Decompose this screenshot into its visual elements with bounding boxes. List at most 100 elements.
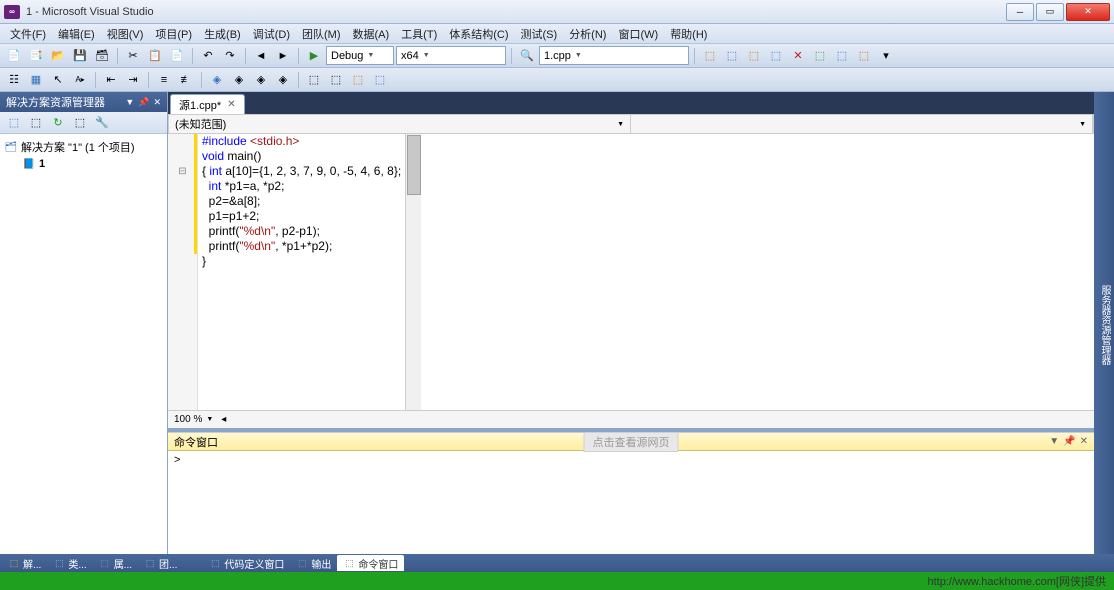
fold-icon[interactable]: ⊟ xyxy=(168,164,197,179)
menu-tools[interactable]: 工具(T) xyxy=(395,24,443,44)
cmd-pin-icon[interactable]: 📌 xyxy=(1063,436,1075,447)
panel-pin-icon[interactable]: 📌 xyxy=(138,97,149,108)
tb-ext-7[interactable]: ⬚ xyxy=(832,46,852,66)
platform-dropdown[interactable]: x64▼ xyxy=(396,46,506,65)
config-value: Debug xyxy=(331,50,363,62)
tb-ext-8[interactable]: ⬚ xyxy=(854,46,874,66)
bookmark-prev-button[interactable]: ◈ xyxy=(229,70,249,90)
cmd-dropdown-icon[interactable]: ▼ xyxy=(1049,436,1059,447)
menu-build[interactable]: 生成(B) xyxy=(198,24,247,44)
se-btn-2[interactable]: ⬚ xyxy=(26,113,46,133)
bottom-tab-output[interactable]: ⬚输出 xyxy=(290,555,337,571)
undo-button[interactable]: ↶ xyxy=(198,46,218,66)
bottom-tab-command[interactable]: ⬚命令窗口 xyxy=(337,555,404,571)
tb2-pointer[interactable]: ↖ xyxy=(48,70,68,90)
tb-ext-5[interactable]: ✕ xyxy=(788,46,808,66)
add-item-button[interactable]: 📑 xyxy=(26,46,46,66)
bottom-tab-codedef[interactable]: ⬚代码定义窗口 xyxy=(203,555,290,571)
nav-back-button[interactable]: ◄ xyxy=(251,46,271,66)
right-sidebar: 服务器资源管理器 工具箱 xyxy=(1094,92,1114,554)
find-dropdown[interactable]: 1.cpp▼ xyxy=(539,46,689,65)
cut-button[interactable]: ✂ xyxy=(123,46,143,66)
tb2-ext4[interactable]: ⬚ xyxy=(370,70,390,90)
tb2-ext3[interactable]: ⬚ xyxy=(348,70,368,90)
bottom-tab-solution[interactable]: ⬚解... xyxy=(2,555,47,571)
command-input[interactable]: > xyxy=(168,451,1094,554)
indent-more-button[interactable]: ⇥ xyxy=(123,70,143,90)
se-btn-4[interactable]: ⬚ xyxy=(70,113,90,133)
bookmark-button[interactable]: ◈ xyxy=(207,70,227,90)
se-refresh-button[interactable]: ↻ xyxy=(48,113,68,133)
nav-forward-button[interactable]: ► xyxy=(273,46,293,66)
open-button[interactable]: 📂 xyxy=(48,46,68,66)
tb-ext-6[interactable]: ⬚ xyxy=(810,46,830,66)
tree-solution-node[interactable]: 🗂 解决方案 "1" (1 个项目) xyxy=(4,138,163,156)
comment-button[interactable]: ≡ xyxy=(154,70,174,90)
tb-ext-4[interactable]: ⬚ xyxy=(766,46,786,66)
uncomment-button[interactable]: ≢ xyxy=(176,70,196,90)
bottom-tab-team[interactable]: ⬚团... xyxy=(138,555,183,571)
menu-file[interactable]: 文件(F) xyxy=(4,24,52,44)
save-all-button[interactable]: 🗃 xyxy=(92,46,112,66)
bottom-tab-properties[interactable]: ⬚属... xyxy=(93,555,138,571)
start-debug-button[interactable]: ▶ xyxy=(304,46,324,66)
tb2-2[interactable]: ▦ xyxy=(26,70,46,90)
se-properties-button[interactable]: 🔧 xyxy=(92,113,112,133)
menu-project[interactable]: 项目(P) xyxy=(149,24,198,44)
bookmark-clear-button[interactable]: ◈ xyxy=(273,70,293,90)
tb2-1[interactable]: ☷ xyxy=(4,70,24,90)
tb2-ext1[interactable]: ⬚ xyxy=(304,70,324,90)
tb2-ext2[interactable]: ⬚ xyxy=(326,70,346,90)
indent-less-button[interactable]: ⇤ xyxy=(101,70,121,90)
menu-view[interactable]: 视图(V) xyxy=(101,24,150,44)
tab-close-icon[interactable]: ✕ xyxy=(227,99,235,110)
code-text[interactable]: #include <stdio.h> void main() { int a[1… xyxy=(198,134,405,410)
menu-data[interactable]: 数据(A) xyxy=(347,24,396,44)
menu-window[interactable]: 窗口(W) xyxy=(612,24,664,44)
panel-dropdown-icon[interactable]: ▼ xyxy=(125,97,134,108)
separator xyxy=(298,48,299,64)
separator xyxy=(511,48,512,64)
bottom-tab-class[interactable]: ⬚类... xyxy=(47,555,92,571)
menu-test[interactable]: 测试(S) xyxy=(515,24,564,44)
zoom-dropdown-icon[interactable]: ▼ xyxy=(206,416,213,423)
copy-button[interactable]: 📋 xyxy=(145,46,165,66)
bookmark-next-button[interactable]: ◈ xyxy=(251,70,271,90)
code-editor[interactable]: ⊟ #include <stdio.h> void main() { int a… xyxy=(168,134,1094,410)
find-in-files-button[interactable]: 🔍 xyxy=(517,46,537,66)
menu-debug[interactable]: 调试(D) xyxy=(247,24,296,44)
editor-tab[interactable]: 源1.cpp* ✕ xyxy=(170,94,245,114)
split-icon[interactable]: ◂ xyxy=(221,414,226,425)
maximize-button[interactable]: ▭ xyxy=(1036,3,1064,21)
tab-icon: ⬚ xyxy=(53,557,65,569)
redo-button[interactable]: ↷ xyxy=(220,46,240,66)
scroll-thumb[interactable] xyxy=(407,135,421,195)
tb-ext-3[interactable]: ⬚ xyxy=(744,46,764,66)
close-button[interactable]: ✕ xyxy=(1066,3,1110,21)
window-title: 1 - Microsoft Visual Studio xyxy=(26,6,1004,18)
menu-analyze[interactable]: 分析(N) xyxy=(563,24,612,44)
tb-ext-1[interactable]: ⬚ xyxy=(700,46,720,66)
menu-architecture[interactable]: 体系结构(C) xyxy=(443,24,514,44)
panel-close-icon[interactable]: ✕ xyxy=(153,97,161,108)
scope-dropdown[interactable]: (未知范围) ▼ xyxy=(169,115,631,133)
save-button[interactable]: 💾 xyxy=(70,46,90,66)
server-explorer-tab[interactable]: 服务器资源管理器 xyxy=(1095,279,1114,371)
tb2-az[interactable]: A▸ xyxy=(70,70,90,90)
se-btn-1[interactable]: ⬚ xyxy=(4,113,24,133)
config-dropdown[interactable]: Debug▼ xyxy=(326,46,394,65)
chevron-down-icon: ▼ xyxy=(1079,121,1086,128)
vertical-scrollbar[interactable] xyxy=(405,134,421,410)
menu-help[interactable]: 帮助(H) xyxy=(664,24,713,44)
new-project-button[interactable]: 📄 xyxy=(4,46,24,66)
cmd-close-icon[interactable]: ✕ xyxy=(1080,436,1088,447)
paste-button[interactable]: 📄 xyxy=(167,46,187,66)
tree-project-node[interactable]: 📘 1 xyxy=(4,156,163,172)
member-dropdown[interactable]: ▼ xyxy=(631,115,1093,133)
minimize-button[interactable]: ─ xyxy=(1006,3,1034,21)
standard-toolbar: 📄 📑 📂 💾 🗃 ✂ 📋 📄 ↶ ↷ ◄ ► ▶ Debug▼ x64▼ 🔍 … xyxy=(0,44,1114,68)
tb-ext-9[interactable]: ▾ xyxy=(876,46,896,66)
menu-edit[interactable]: 编辑(E) xyxy=(52,24,101,44)
tb-ext-2[interactable]: ⬚ xyxy=(722,46,742,66)
menu-team[interactable]: 团队(M) xyxy=(296,24,347,44)
